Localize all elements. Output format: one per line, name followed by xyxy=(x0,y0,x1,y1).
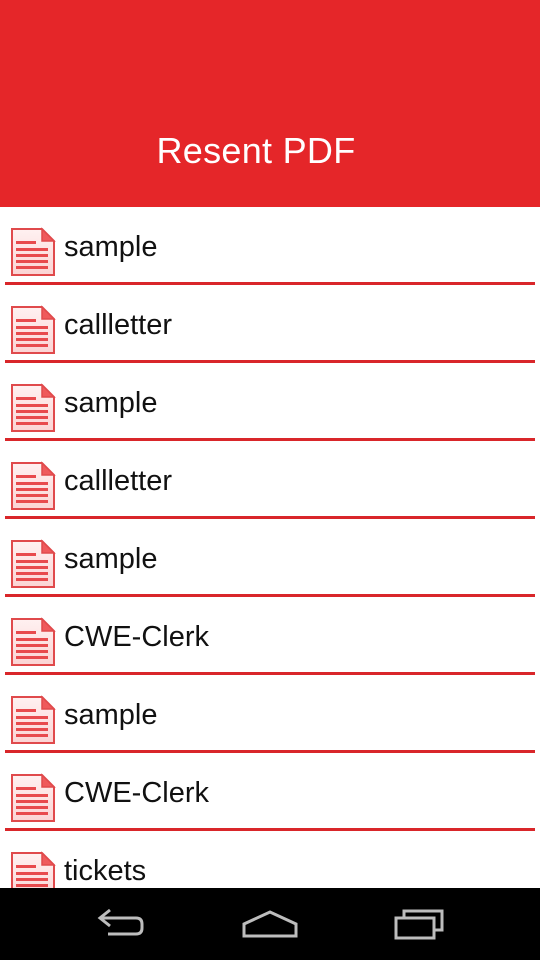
pdf-document-icon xyxy=(10,851,56,888)
pdf-document-icon xyxy=(10,227,56,277)
list-item[interactable]: callletter xyxy=(0,441,540,519)
pdf-document-icon xyxy=(10,305,56,355)
list-item[interactable]: sample xyxy=(0,363,540,441)
file-name: sample xyxy=(64,543,158,575)
file-name: callletter xyxy=(64,465,172,497)
list-item[interactable]: sample xyxy=(0,675,540,753)
pdf-document-icon xyxy=(10,383,56,433)
recent-apps-button[interactable] xyxy=(375,900,465,948)
back-button[interactable] xyxy=(75,900,165,948)
recent-pdf-list[interactable]: sample callletter sample callletter samp… xyxy=(0,207,540,888)
file-name: sample xyxy=(64,231,158,263)
file-name: callletter xyxy=(64,309,172,341)
file-name: sample xyxy=(64,387,158,419)
home-button[interactable] xyxy=(225,900,315,948)
page-title: Resent PDF xyxy=(156,130,356,171)
list-item[interactable]: tickets xyxy=(0,831,540,888)
list-item[interactable]: sample xyxy=(0,207,540,285)
list-item[interactable]: CWE-Clerk xyxy=(0,753,540,831)
pdf-document-icon xyxy=(10,461,56,511)
file-name: sample xyxy=(64,699,158,731)
pdf-document-icon xyxy=(10,539,56,589)
pdf-document-icon xyxy=(10,695,56,745)
file-name: tickets xyxy=(64,855,147,887)
app-header: Resent PDF xyxy=(0,0,540,207)
pdf-document-icon xyxy=(10,773,56,823)
recent-apps-icon xyxy=(394,909,444,940)
file-name: CWE-Clerk xyxy=(64,777,209,809)
system-navigation-bar xyxy=(0,888,540,960)
home-icon xyxy=(242,910,298,938)
list-item[interactable]: sample xyxy=(0,519,540,597)
pdf-document-icon xyxy=(10,617,56,667)
back-icon xyxy=(97,908,144,936)
file-name: CWE-Clerk xyxy=(64,621,209,653)
list-item[interactable]: callletter xyxy=(0,285,540,363)
list-item[interactable]: CWE-Clerk xyxy=(0,597,540,675)
